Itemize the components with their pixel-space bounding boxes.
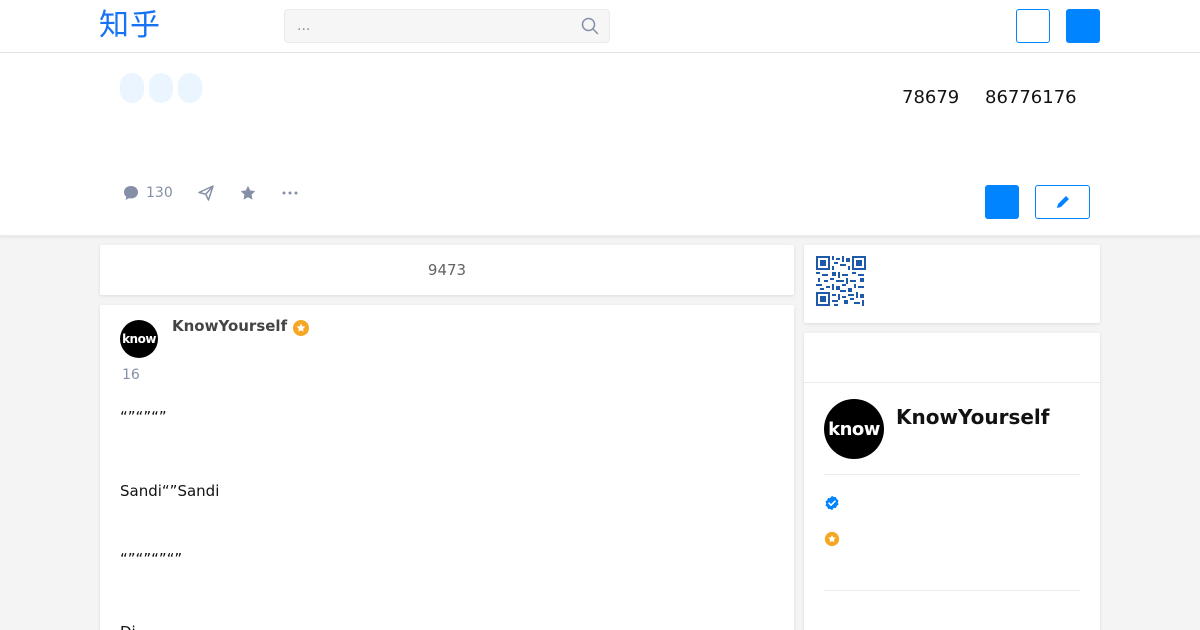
top-nav: 知乎 <box>0 0 1200 53</box>
search-input[interactable] <box>297 10 577 42</box>
divider <box>824 590 1080 591</box>
badge-icon <box>824 531 840 547</box>
comment-count: 130 <box>146 185 173 201</box>
comment-icon <box>124 186 138 200</box>
ask-button[interactable] <box>1016 9 1050 43</box>
follow-question-button[interactable] <box>985 185 1019 219</box>
views-count: 86776176 <box>985 87 1077 108</box>
write-answer-button[interactable] <box>1035 185 1090 219</box>
topic-tag[interactable] <box>120 73 144 103</box>
verified-icon <box>825 495 839 511</box>
star-icon <box>240 185 255 200</box>
badge-icon[interactable] <box>292 319 310 337</box>
avatar[interactable]: know <box>824 399 884 459</box>
answer-paragraph: Sandi“”Sandi <box>120 482 220 500</box>
more-icon <box>282 191 298 195</box>
author-card-header <box>804 333 1100 383</box>
share-button[interactable] <box>197 184 215 202</box>
answers-count: 9473 <box>427 261 467 279</box>
answer-card: know KnowYourself 16 “”“”“” Sandi“”Sandi… <box>100 305 794 630</box>
logo[interactable]: 知乎 <box>99 6 161 46</box>
app-download-card <box>804 245 1100 323</box>
qr-code-icon[interactable] <box>816 256 866 306</box>
login-button[interactable] <box>1066 9 1100 43</box>
search-icon[interactable] <box>581 17 599 35</box>
more-button[interactable] <box>281 184 299 202</box>
divider <box>824 474 1080 475</box>
answer-paragraph: Di <box>120 623 136 630</box>
author-name[interactable]: KnowYourself <box>896 405 1049 429</box>
author-card: know KnowYourself <box>804 333 1100 630</box>
comment-button[interactable]: 130 <box>122 184 173 202</box>
avatar[interactable]: know <box>120 320 158 358</box>
question-actions: 130 <box>122 183 323 203</box>
favorite-button[interactable] <box>239 184 257 202</box>
avatar-text: know <box>122 332 156 346</box>
answer-paragraph: “”“”“”“” <box>120 550 183 568</box>
topic-tag[interactable] <box>149 73 173 103</box>
question-header: 78679 86776176 130 <box>0 53 1200 236</box>
author-name[interactable]: KnowYourself <box>172 317 287 335</box>
avatar-text: know <box>828 418 880 440</box>
pencil-icon <box>1056 196 1069 208</box>
answers-count-bar[interactable]: 9473 <box>100 245 794 295</box>
voteup-count: 16 <box>122 367 140 383</box>
topic-tag[interactable] <box>178 73 202 103</box>
followers-count: 78679 <box>902 87 960 108</box>
answer-paragraph: “”“”“” <box>120 408 167 426</box>
search-box[interactable] <box>284 9 610 43</box>
share-icon <box>197 185 214 201</box>
